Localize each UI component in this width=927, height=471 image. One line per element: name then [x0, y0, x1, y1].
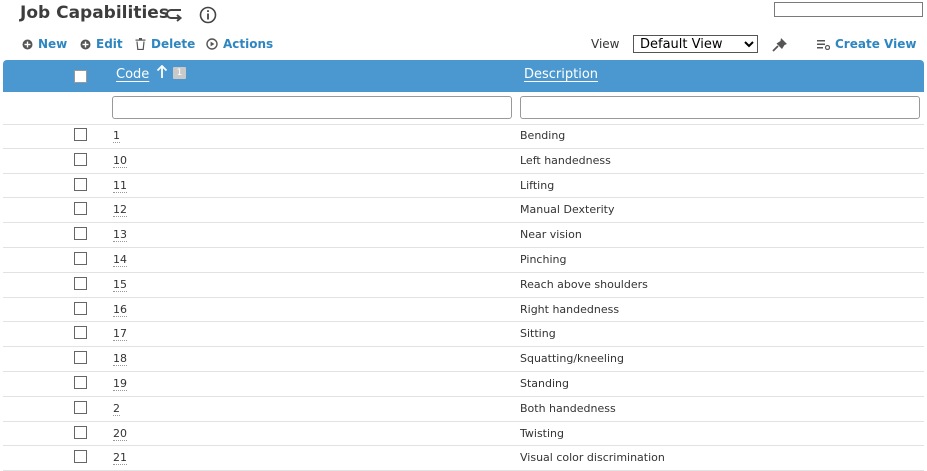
description-filter-input[interactable]: [520, 96, 920, 119]
table-row: 14 Pinching: [3, 248, 924, 273]
row-checkbox[interactable]: [74, 227, 87, 241]
row-description: Both handedness: [520, 401, 616, 415]
table-row: 13 Near vision: [3, 223, 924, 248]
actions-button-label: Actions: [223, 37, 274, 51]
row-code-link[interactable]: 15: [113, 278, 127, 292]
row-code-link[interactable]: 21: [113, 451, 127, 466]
row-code-link[interactable]: 20: [113, 427, 127, 441]
plus-circle-icon: [22, 39, 33, 49]
row-code-link[interactable]: 17: [113, 327, 127, 342]
sort-order-badge: 1: [173, 67, 186, 79]
delete-button-label: Delete: [151, 37, 196, 51]
row-checkbox[interactable]: [74, 152, 87, 166]
column-header-code[interactable]: Code: [116, 67, 149, 82]
trash-icon: [135, 38, 146, 50]
row-checkbox[interactable]: [74, 251, 87, 265]
row-checkbox[interactable]: [74, 177, 87, 191]
row-code-link[interactable]: 14: [113, 253, 127, 267]
row-code-link[interactable]: 16: [113, 303, 127, 317]
row-code-link[interactable]: 18: [113, 352, 127, 367]
table-row: 17 Sitting: [3, 322, 924, 348]
code-filter-input[interactable]: [112, 96, 512, 119]
row-code-link[interactable]: 11: [113, 179, 127, 193]
title-bar: Job Capabilities: [0, 0, 927, 32]
row-description: Standing: [520, 376, 570, 390]
column-header-description[interactable]: Description: [524, 67, 598, 82]
table-row: 19 Standing: [3, 372, 924, 397]
page-title: Job Capabilities: [20, 3, 169, 23]
row-code-link[interactable]: 10: [113, 154, 127, 168]
row-checkbox[interactable]: [74, 400, 87, 414]
row-code-link[interactable]: 19: [113, 377, 127, 391]
toolbar: New Edit Delete Actions View Default Vie…: [0, 34, 927, 56]
row-checkbox[interactable]: [74, 375, 87, 389]
table-row: 2 Both handedness: [3, 397, 924, 422]
table-row: 15 Reach above shoulders: [3, 273, 924, 298]
table-row: 12 Manual Dexterity: [3, 198, 924, 224]
grid-rows: 1 Bending 10 Left handedness 11 Lifting …: [3, 124, 924, 471]
table-row: 1 Bending: [3, 124, 924, 149]
row-checkbox[interactable]: [74, 128, 87, 141]
search-input[interactable]: [774, 2, 923, 17]
view-select[interactable]: Default View: [633, 35, 758, 53]
table-row: 16 Right handedness: [3, 298, 924, 323]
row-description: Right handedness: [520, 302, 620, 316]
row-code-link[interactable]: 13: [113, 228, 127, 243]
row-checkbox[interactable]: [74, 202, 87, 216]
pin-icon[interactable]: [770, 36, 790, 54]
edit-button-label: Edit: [96, 37, 123, 51]
actions-button[interactable]: Actions: [206, 37, 273, 51]
return-arrow-icon[interactable]: [165, 6, 185, 24]
row-description: Visual color discrimination: [520, 451, 665, 465]
delete-button[interactable]: Delete: [135, 37, 195, 51]
table-row: 18 Squatting/kneeling: [3, 347, 924, 372]
edit-button[interactable]: Edit: [80, 37, 123, 51]
view-label: View: [591, 37, 620, 51]
row-checkbox[interactable]: [74, 276, 87, 290]
row-checkbox[interactable]: [74, 450, 87, 464]
row-description: Reach above shoulders: [520, 277, 648, 291]
row-description: Left handedness: [520, 153, 611, 167]
new-button[interactable]: New: [22, 37, 67, 51]
create-view-button[interactable]: Create View: [817, 37, 916, 51]
list-settings-icon: [817, 39, 830, 50]
row-description: Squatting/kneeling: [520, 352, 624, 366]
table-row: 20 Twisting: [3, 422, 924, 447]
row-description: Lifting: [520, 178, 555, 192]
row-checkbox[interactable]: [74, 425, 87, 439]
row-code-link[interactable]: 1: [113, 129, 120, 143]
row-description: Sitting: [520, 327, 556, 341]
filter-row: [3, 92, 924, 125]
row-description: Twisting: [520, 426, 565, 440]
sort-ascending-icon: [156, 65, 168, 78]
table-row: 21 Visual color discrimination: [3, 446, 924, 471]
table-row: 10 Left handedness: [3, 149, 924, 174]
grid-header: Code 1 Description: [3, 60, 924, 92]
create-view-label: Create View: [835, 37, 917, 51]
select-all-checkbox[interactable]: [74, 70, 87, 83]
row-description: Pinching: [520, 252, 567, 266]
row-description: Near vision: [520, 228, 582, 242]
row-description: Bending: [520, 129, 566, 142]
row-checkbox[interactable]: [74, 351, 87, 365]
row-checkbox[interactable]: [74, 326, 87, 340]
info-icon[interactable]: [198, 5, 218, 25]
row-code-link[interactable]: 2: [113, 402, 120, 416]
row-code-link[interactable]: 12: [113, 203, 127, 218]
table-row: 11 Lifting: [3, 174, 924, 199]
plus-circle-icon: [80, 39, 91, 49]
new-button-label: New: [38, 37, 68, 51]
row-checkbox[interactable]: [74, 301, 87, 315]
row-description: Manual Dexterity: [520, 203, 615, 217]
play-circle-icon: [206, 38, 218, 50]
